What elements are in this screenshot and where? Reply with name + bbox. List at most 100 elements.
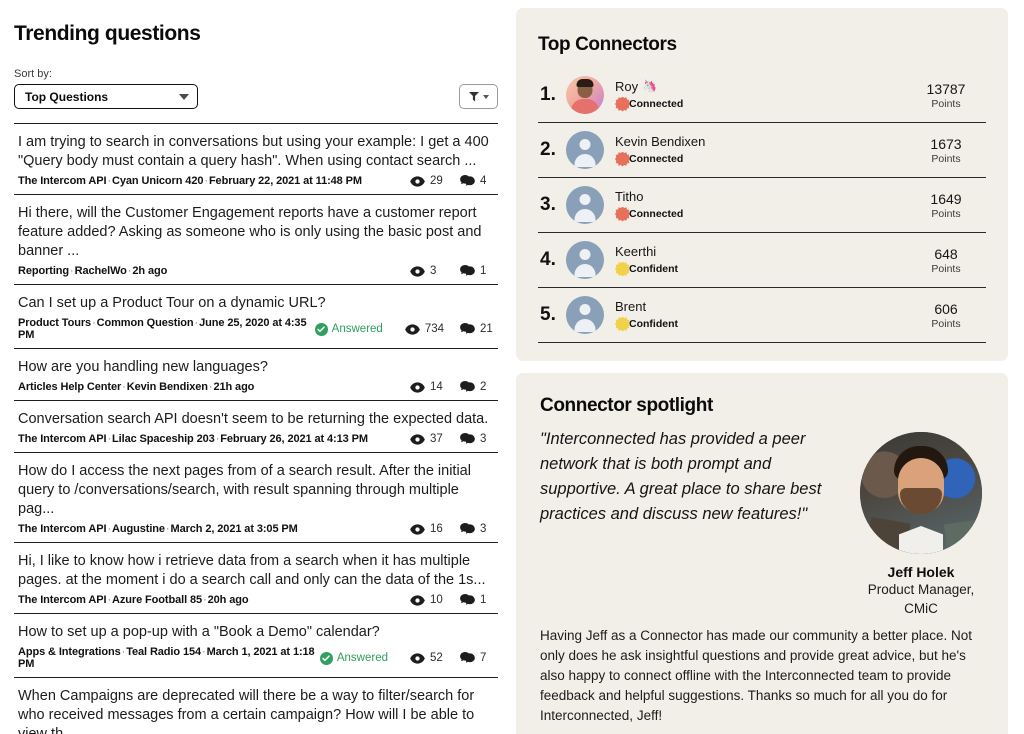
connector-name[interactable]: Roy	[615, 79, 638, 94]
question-list-item[interactable]: Hi there, will the Customer Engagement r…	[14, 195, 498, 285]
connector-row[interactable]: 2. Kevin Bendixen Connected 1673 Points	[538, 123, 986, 178]
views-stat: 14	[410, 381, 444, 393]
filter-icon	[468, 91, 480, 102]
question-topic[interactable]: The Intercom API	[18, 433, 107, 445]
question-list-item[interactable]: How are you handling new languages? Artic…	[14, 349, 498, 401]
question-meta-row: The Intercom API·Lilac Spaceship 203·Feb…	[18, 433, 494, 445]
question-date: 20h ago	[207, 594, 249, 606]
question-topic[interactable]: Product Tours	[18, 317, 91, 329]
connector-row[interactable]: 5. Brent Confident 606 Points	[538, 288, 986, 343]
connector-row[interactable]: 1. Roy 🦄 Connected 13787 Points	[538, 68, 986, 123]
connector-info: Keerthi Confident	[615, 244, 908, 277]
question-stats: 31	[410, 265, 494, 277]
replies-stat: 3	[460, 433, 494, 445]
connector-points-value: 1673	[930, 135, 962, 152]
connector-badge: Connected	[615, 206, 908, 222]
chevron-down-icon	[179, 93, 189, 100]
connector-points-label: Points	[931, 152, 961, 165]
connector-row[interactable]: 3. Titho Connected 1649 Points	[538, 178, 986, 233]
question-meta: The Intercom API·Azure Football 85·20h a…	[18, 594, 249, 606]
question-meta-row: Reporting·RachelWo·2h ago 3 1	[18, 265, 494, 277]
answered-label: Answered	[331, 323, 383, 335]
question-author[interactable]: Common Question	[97, 317, 194, 329]
question-title: When Campaigns are deprecated will there…	[18, 688, 475, 734]
question-topic[interactable]: Articles Help Center	[18, 381, 121, 393]
question-title: How to set up a pop-up with a "Book a De…	[18, 624, 380, 640]
answered-badge: Answered	[319, 651, 388, 665]
replies-stat: 1	[460, 265, 494, 277]
question-list-item[interactable]: Can I set up a Product Tour on a dynamic…	[14, 285, 498, 349]
starburst-badge-icon	[615, 96, 630, 112]
question-list-item[interactable]: How to set up a pop-up with a "Book a De…	[14, 614, 498, 678]
question-author[interactable]: Azure Football 85	[112, 594, 202, 606]
connector-row[interactable]: 4. Keerthi Confident 648 Points	[538, 233, 986, 288]
question-date: 2h ago	[132, 265, 168, 277]
views-count: 14	[430, 381, 443, 393]
connector-name[interactable]: Brent	[615, 299, 646, 314]
question-author[interactable]: Augustine	[112, 523, 165, 535]
question-meta: The Intercom API·Augustine·March 2, 2021…	[18, 523, 298, 535]
question-author[interactable]: Kevin Bendixen	[127, 381, 208, 393]
views-icon	[410, 652, 425, 664]
views-count: 29	[430, 175, 443, 187]
connector-points: 606 Points	[908, 301, 984, 330]
replies-count: 21	[480, 323, 493, 335]
unicorn-emoji-icon: 🦄	[642, 79, 658, 93]
question-title: I am trying to search in conversations b…	[18, 134, 489, 169]
question-list-item[interactable]: I am trying to search in conversations b…	[14, 124, 498, 195]
right-sidebar: Top Connectors 1. Roy 🦄 Connected 13787 Point…	[512, 0, 1024, 734]
question-list-item[interactable]: When Campaigns are deprecated will there…	[14, 678, 498, 734]
connector-name[interactable]: Keerthi	[615, 244, 656, 259]
starburst-badge-icon	[615, 151, 630, 167]
question-topic[interactable]: The Intercom API	[18, 175, 107, 187]
question-topic[interactable]: Apps & Integrations	[18, 646, 121, 658]
question-author[interactable]: RachelWo	[75, 265, 127, 277]
views-count: 52	[430, 652, 443, 664]
page-title: Trending questions	[14, 22, 201, 45]
sort-select[interactable]: Top Questions	[14, 84, 198, 109]
question-meta: The Intercom API·Lilac Spaceship 203·Feb…	[18, 433, 368, 445]
connector-points-value: 648	[934, 245, 958, 262]
question-topic[interactable]: The Intercom API	[18, 523, 107, 535]
question-author[interactable]: Lilac Spaceship 203	[112, 433, 215, 445]
connector-name[interactable]: Titho	[615, 189, 643, 204]
question-date: 21h ago	[213, 381, 255, 393]
question-meta-row: Product Tours·Common Question·June 25, 2…	[18, 317, 494, 341]
filter-button[interactable]	[459, 84, 498, 109]
connector-points: 1649 Points	[908, 191, 984, 220]
replies-icon	[460, 594, 475, 605]
question-title: Hi, I like to know how i retrieve data f…	[18, 553, 486, 588]
question-author[interactable]: Cyan Unicorn 420	[112, 175, 203, 187]
question-meta-row: Apps & Integrations·Teal Radio 154·March…	[18, 646, 494, 670]
avatar	[566, 241, 604, 279]
replies-stat: 21	[460, 323, 494, 335]
question-list: I am trying to search in conversations b…	[14, 123, 498, 734]
connector-points-label: Points	[931, 262, 961, 275]
connector-name[interactable]: Kevin Bendixen	[615, 134, 705, 149]
replies-stat: 2	[460, 381, 494, 393]
starburst-badge-icon	[615, 206, 630, 222]
question-topic[interactable]: The Intercom API	[18, 594, 107, 606]
views-icon	[410, 265, 425, 277]
views-stat: 10	[410, 594, 444, 606]
question-meta-row: Articles Help Center·Kevin Bendixen·21h …	[18, 381, 494, 393]
question-stats: 14 2	[410, 381, 494, 393]
question-list-item[interactable]: Conversation search API doesn't seem to …	[14, 401, 498, 453]
avatar	[566, 186, 604, 224]
connector-badge: Connected	[615, 151, 908, 167]
connector-rank: 1.	[540, 84, 556, 105]
question-list-item[interactable]: How do I access the next pages from of a…	[14, 453, 498, 543]
question-topic[interactable]: Reporting	[18, 265, 69, 277]
question-author[interactable]: Teal Radio 154	[126, 646, 201, 658]
starburst-badge-icon	[615, 316, 630, 332]
sort-control: Sort by: Top Questions	[14, 68, 198, 109]
question-meta: The Intercom API·Cyan Unicorn 420·Februa…	[18, 175, 362, 187]
connector-rank: 5.	[540, 304, 556, 325]
question-date: March 2, 2021 at 3:05 PM	[170, 523, 298, 535]
spotlight-title: Connector spotlight	[540, 395, 713, 416]
views-count: 734	[424, 323, 444, 335]
connector-badge-label: Connected	[629, 208, 684, 220]
replies-icon	[460, 265, 475, 276]
question-list-item[interactable]: Hi, I like to know how i retrieve data f…	[14, 543, 498, 614]
app-root: Trending questions Sort by: Top Question…	[0, 0, 1024, 734]
